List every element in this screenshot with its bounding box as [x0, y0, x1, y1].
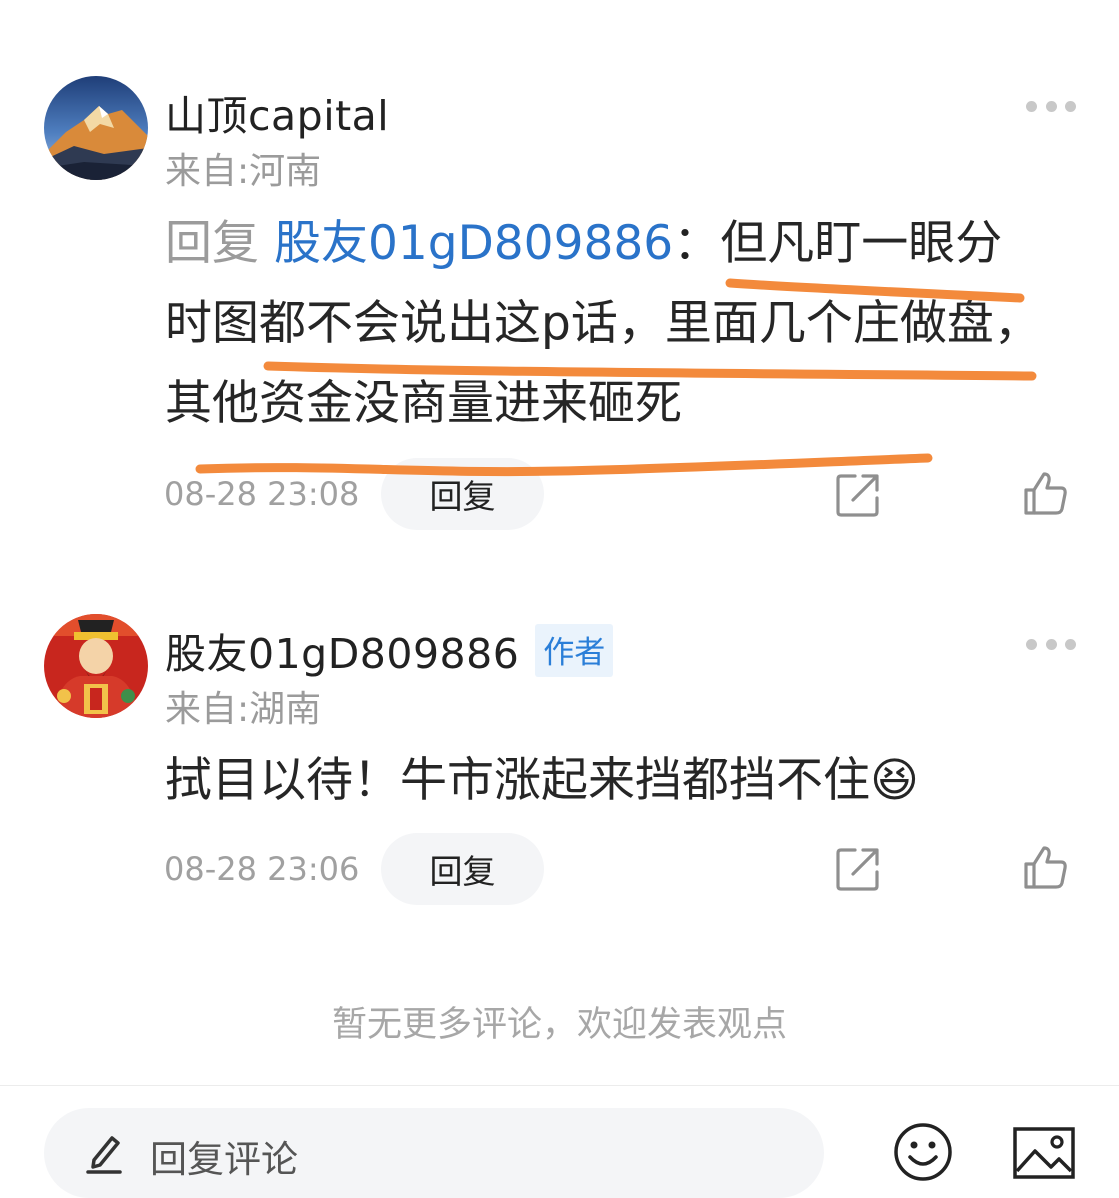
comment-body: 拭目以待！牛市涨起来挡都挡不住😆 — [165, 741, 1045, 821]
location-label: 来自:河南 — [165, 151, 322, 192]
more-options-icon[interactable] — [1026, 99, 1076, 113]
reply-button[interactable]: 回复 — [381, 833, 544, 905]
timestamp: 08-28 23:06 — [164, 850, 360, 888]
reply-comment-input[interactable]: 回复评论 — [44, 1108, 824, 1198]
reply-button[interactable]: 回复 — [381, 458, 544, 530]
comment-body: 回复 股友01gD809886：但凡盯一眼分时图都不会说出这p话，里面几个庄做盘… — [165, 204, 1045, 444]
reply-input-placeholder: 回复评论 — [150, 1138, 298, 1181]
avatar[interactable] — [44, 614, 148, 718]
avatar[interactable] — [44, 76, 148, 180]
emoji-icon[interactable] — [893, 1122, 953, 1182]
like-icon[interactable] — [1022, 844, 1068, 890]
share-icon[interactable] — [835, 472, 881, 518]
username[interactable]: 股友01gD809886 — [165, 620, 519, 680]
like-icon[interactable] — [1022, 470, 1068, 516]
reply-target-link[interactable]: 股友01gD809886 — [274, 216, 673, 271]
share-icon[interactable] — [835, 846, 881, 892]
reply-colon: ： — [673, 216, 721, 271]
no-more-comments-text: 暂无更多评论，欢迎发表观点 — [331, 1005, 787, 1045]
author-badge: 作者 — [535, 623, 614, 677]
username[interactable]: 山顶capital — [165, 82, 389, 142]
more-options-icon[interactable] — [1026, 637, 1076, 651]
mountain-sunset-avatar-icon — [44, 76, 148, 180]
comment-text: 拭目以待！牛市涨起来挡都挡不住 — [165, 753, 870, 808]
bottom-bar: 回复评论 — [0, 1085, 1119, 1198]
god-of-wealth-avatar-icon — [44, 614, 148, 718]
laughing-emoji-icon: 😆 — [870, 753, 919, 808]
username-row: 山顶capital — [165, 82, 389, 142]
reply-prefix: 回复 — [165, 216, 259, 271]
location-label: 来自:湖南 — [165, 689, 322, 730]
username-row: 股友01gD809886 作者 — [165, 620, 614, 680]
timestamp: 08-28 23:08 — [164, 475, 360, 513]
image-icon[interactable] — [1013, 1127, 1075, 1179]
pencil-icon — [86, 1136, 122, 1174]
